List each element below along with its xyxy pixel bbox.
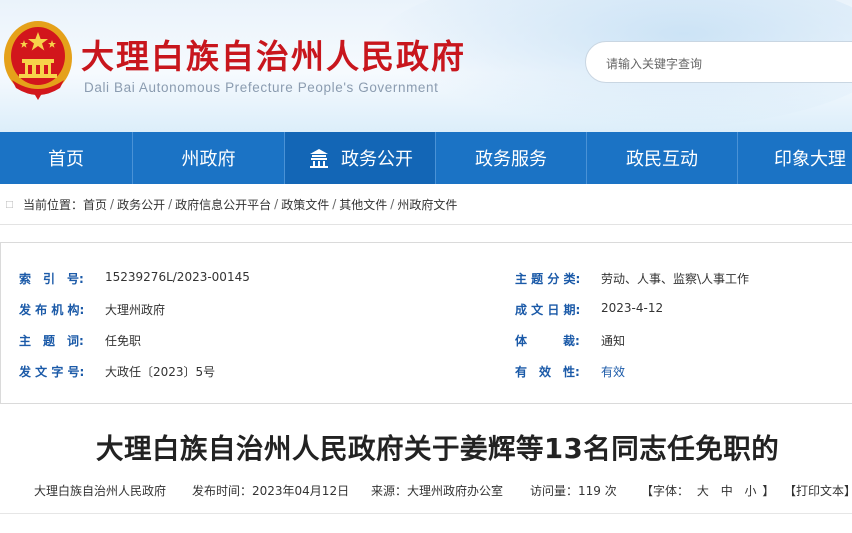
info-label: 主 题 词: [19, 334, 84, 348]
info-value: 大理州政府 [105, 303, 166, 317]
nav-item-label: 州政府 [181, 149, 236, 170]
nav-item-label: 政务服务 [475, 149, 547, 170]
info-value: 有效 [601, 365, 626, 379]
article-meta-divider [0, 513, 852, 514]
info-value: 劳动、人事、监察\人事工作 [601, 272, 750, 286]
search-box[interactable] [585, 41, 852, 83]
nav-item-label: 首页 [48, 149, 84, 170]
article-visit-count: 访问量：119 次 [530, 484, 617, 498]
breadcrumb-prefecture-documents[interactable]: 州政府文件 [397, 196, 457, 213]
info-label: 发 文 字 号: [19, 365, 85, 379]
breadcrumb-separator: / [274, 197, 279, 211]
nav-item-label: 印象大理 [774, 149, 846, 170]
site-subtitle: Dali Bai Autonomous Prefecture People's … [84, 80, 439, 95]
info-date: 成 文 日 期: 2023-4-12 [515, 301, 663, 318]
article-publish-time: 发布时间：2023年04月12日 [192, 484, 350, 498]
main-nav: 首页 州政府 政务公开 政务服务 政民互动 印象大理 [0, 132, 852, 184]
search-input[interactable] [604, 53, 848, 75]
info-genre: 体 裁: 通知 [515, 332, 625, 349]
nav-item-impression-dali[interactable]: 印象大理 [738, 132, 852, 184]
nav-item-government-affairs[interactable]: 政务公开 [285, 132, 436, 184]
nav-item-government-services[interactable]: 政务服务 [436, 132, 587, 184]
info-value: 任免职 [105, 334, 142, 348]
breadcrumb-separator: / [110, 197, 115, 211]
font-size-bracket-close: 】 [762, 484, 775, 498]
print-button[interactable]: 【打印文本】 [784, 482, 852, 499]
nav-item-interaction[interactable]: 政民互动 [587, 132, 738, 184]
info-value: 15239276L/2023-00145 [105, 270, 250, 284]
breadcrumb-government-affairs[interactable]: 政务公开 [117, 196, 165, 213]
nav-item-home[interactable]: 首页 [0, 132, 133, 184]
info-label: 索 引 号: [19, 272, 84, 286]
article-origin: 来源：大理州政府办公室 [371, 484, 504, 498]
article-source-org: 大理白族自治州人民政府 [34, 484, 167, 498]
info-value: 2023-4-12 [601, 301, 664, 315]
font-size-label: 【字体： [641, 484, 690, 498]
font-size-large-button[interactable]: 大 [697, 484, 709, 498]
nav-item-government[interactable]: 州政府 [133, 132, 285, 184]
site-title: 大理白族自治州人民政府 [81, 37, 466, 76]
info-document-number: 发 文 字 号: 大政任〔2023〕5号 [19, 363, 215, 380]
national-emblem-icon [4, 21, 72, 100]
breadcrumb-prefix: 当前位置： [23, 197, 84, 212]
info-keywords: 主 题 词: 任免职 [19, 332, 141, 349]
site-header: 大理白族自治州人民政府 Dali Bai Autonomous Prefectu… [0, 0, 852, 132]
info-value: 通知 [601, 334, 626, 348]
breadcrumb-info-platform[interactable]: 政府信息公开平台 [175, 196, 271, 213]
font-size-control: 【字体： 大 中 小 】 [641, 482, 774, 499]
article-title: 大理白族自治州人民政府关于姜辉等13名同志任免职的 [96, 433, 780, 465]
breadcrumb-policy-documents[interactable]: 政策文件 [281, 196, 329, 213]
breadcrumb: 当前位置： 首页 / 政务公开 / 政府信息公开平台 / 政策文件 / 其他文件… [0, 184, 852, 225]
font-size-medium-button[interactable]: 中 [721, 484, 733, 498]
nav-item-label: 政民互动 [626, 149, 698, 170]
pavilion-icon [310, 149, 328, 168]
info-label: 体 裁: [515, 334, 580, 348]
breadcrumb-separator: / [390, 197, 395, 211]
info-label: 成 文 日 期: [515, 303, 581, 317]
info-category: 主 题 分 类: 劳动、人事、监察\人事工作 [515, 270, 749, 287]
info-label: 主 题 分 类: [515, 272, 581, 286]
info-label: 发 布 机 构: [19, 303, 85, 317]
info-value: 大政任〔2023〕5号 [105, 365, 216, 379]
location-marker-icon [6, 200, 13, 208]
font-size-small-button[interactable]: 小 [745, 484, 757, 498]
nav-item-label: 政务公开 [341, 149, 413, 170]
breadcrumb-separator: / [168, 197, 173, 211]
info-label: 有 效 性: [515, 365, 580, 379]
breadcrumb-other-documents[interactable]: 其他文件 [339, 196, 387, 213]
document-info-panel: 索 引 号: 15239276L/2023-00145 主 题 分 类: 劳动、… [0, 242, 852, 404]
info-validity: 有 效 性: 有效 [515, 363, 625, 380]
breadcrumb-home[interactable]: 首页 [83, 196, 107, 213]
info-publisher: 发 布 机 构: 大理州政府 [19, 301, 165, 318]
info-index: 索 引 号: 15239276L/2023-00145 [19, 270, 250, 287]
breadcrumb-separator: / [332, 197, 337, 211]
